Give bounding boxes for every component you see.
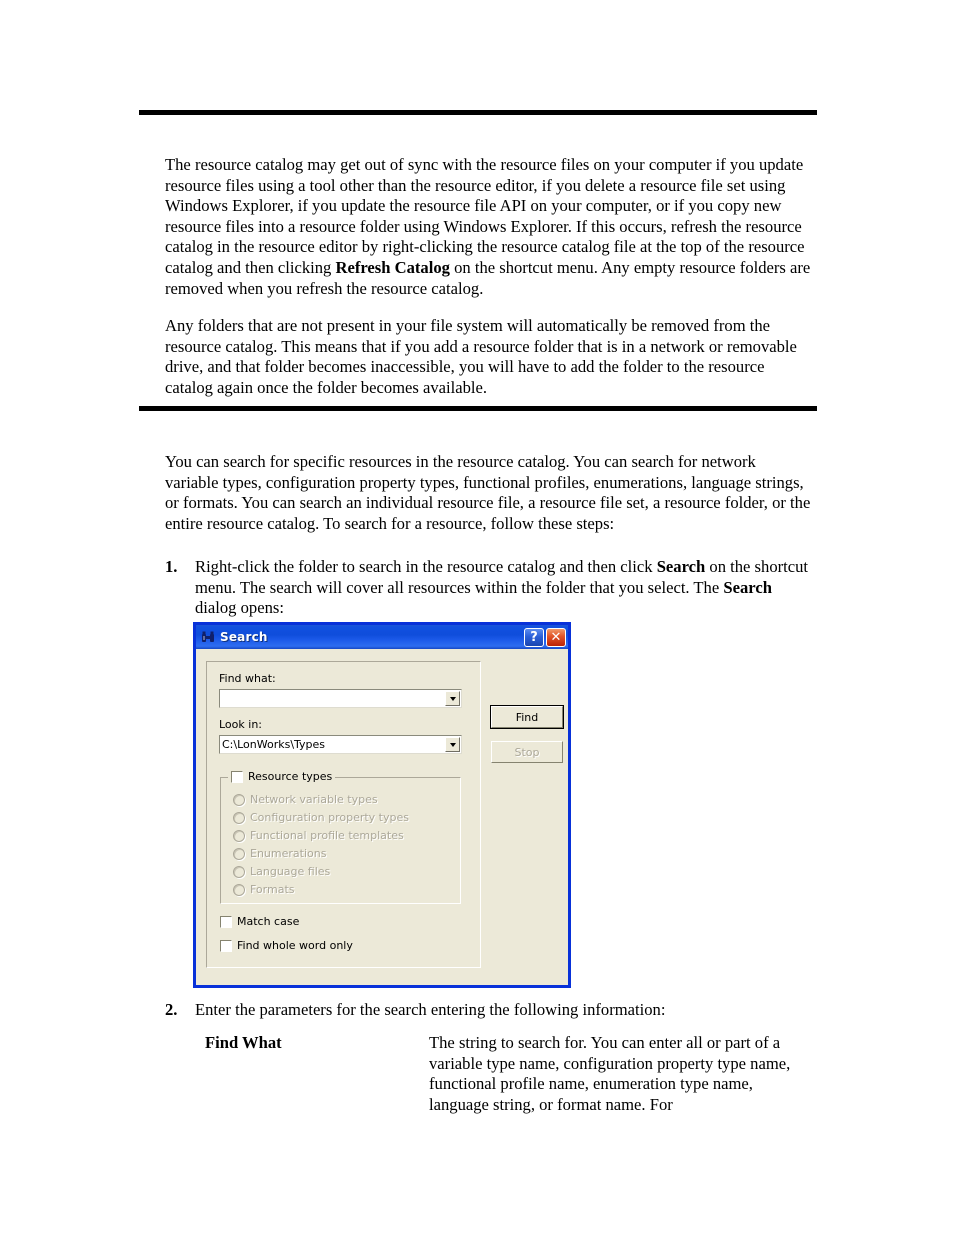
chevron-down-icon[interactable] (445, 691, 460, 706)
resource-types-header[interactable]: Resource types (228, 770, 336, 783)
step-text: Right-click the folder to search in the … (195, 557, 813, 619)
radio-icon[interactable] (233, 811, 245, 824)
radio-icon[interactable] (233, 793, 245, 806)
chevron-down-icon[interactable] (445, 737, 460, 752)
radio-configuration-property-types[interactable]: Configuration property types (233, 811, 409, 824)
search-options-panel: Find what: Look in: C:\LonWorks\Types Re… (206, 661, 481, 968)
step-number: 2. (165, 1000, 178, 1019)
radio-label: Network variable types (250, 793, 378, 806)
radio-icon[interactable] (233, 883, 245, 896)
paragraph-missing-folders: Any folders that are not present in your… (165, 316, 797, 397)
radio-label: Language files (250, 865, 331, 878)
find-button[interactable]: Find (490, 705, 564, 729)
match-case-checkbox[interactable] (220, 915, 232, 928)
stop-button: Stop (491, 741, 563, 763)
step-1-bold-search-a: Search (656, 557, 706, 576)
step-text: Enter the parameters for the search ente… (195, 1000, 666, 1019)
dialog-title: Search (220, 630, 268, 644)
resource-types-label: Resource types (248, 770, 333, 783)
match-case-row[interactable]: Match case (220, 915, 299, 928)
help-button[interactable]: ? (524, 627, 544, 647)
radio-formats[interactable]: Formats (233, 883, 295, 896)
match-case-label: Match case (237, 915, 300, 928)
definition-find-what: Find What The string to search for. You … (205, 1033, 815, 1115)
radio-label: Configuration property types (250, 811, 409, 824)
radio-functional-profile-templates[interactable]: Functional profile templates (233, 829, 404, 842)
step-1-bold-search-b: Search (723, 577, 772, 597)
radio-label: Formats (250, 883, 295, 896)
step-number: 1. (165, 557, 178, 576)
radio-enumerations[interactable]: Enumerations (233, 847, 326, 860)
close-button[interactable]: ✕ (546, 627, 566, 647)
look-in-value[interactable]: C:\LonWorks\Types (220, 738, 445, 751)
dialog-titlebar[interactable]: Search ? ✕ (196, 625, 568, 649)
paragraph-resource-catalog-sync: The resource catalog may get out of sync… (165, 155, 813, 299)
look-in-label: Look in: (219, 718, 262, 731)
find-what-label: Find what: (219, 672, 276, 685)
binoculars-icon (200, 629, 216, 645)
look-in-combobox[interactable]: C:\LonWorks\Types (219, 735, 462, 754)
section-rule (139, 406, 817, 411)
list-item: 1. Right-click the folder to search in t… (165, 557, 813, 619)
find-what-combobox[interactable] (219, 689, 462, 708)
find-whole-word-checkbox[interactable] (220, 939, 232, 952)
find-whole-word-row[interactable]: Find whole word only (220, 939, 353, 952)
radio-icon[interactable] (233, 865, 245, 878)
radio-language-files[interactable]: Language files (233, 865, 330, 878)
step-1-text-a: Right-click the folder to search in the … (195, 557, 657, 576)
list-item: 2. Enter the parameters for the search e… (165, 1000, 813, 1021)
definition-description: The string to search for. You can enter … (429, 1033, 791, 1114)
resource-types-groupbox: Resource types Network variable types Co… (220, 770, 461, 904)
paragraph-1-bold-refresh-catalog: Refresh Catalog (335, 257, 450, 277)
definition-term: Find What (205, 1033, 282, 1052)
radio-icon[interactable] (233, 829, 245, 842)
radio-network-variable-types[interactable]: Network variable types (233, 793, 378, 806)
find-whole-word-label: Find whole word only (237, 939, 353, 952)
header-rule-top (139, 110, 817, 115)
radio-label: Functional profile templates (250, 829, 404, 842)
radio-label: Enumerations (250, 847, 327, 860)
search-dialog[interactable]: Search ? ✕ Find what: Look in: C:\LonWor… (193, 622, 571, 988)
radio-icon[interactable] (233, 847, 245, 860)
paragraph-search-intro: You can search for specific resources in… (165, 452, 811, 533)
dialog-client-area: Find what: Look in: C:\LonWorks\Types Re… (196, 649, 568, 985)
resource-types-checkbox[interactable] (231, 770, 243, 783)
document-page: The resource catalog may get out of sync… (0, 0, 954, 1235)
step-1-text-c: dialog opens: (195, 598, 284, 618)
